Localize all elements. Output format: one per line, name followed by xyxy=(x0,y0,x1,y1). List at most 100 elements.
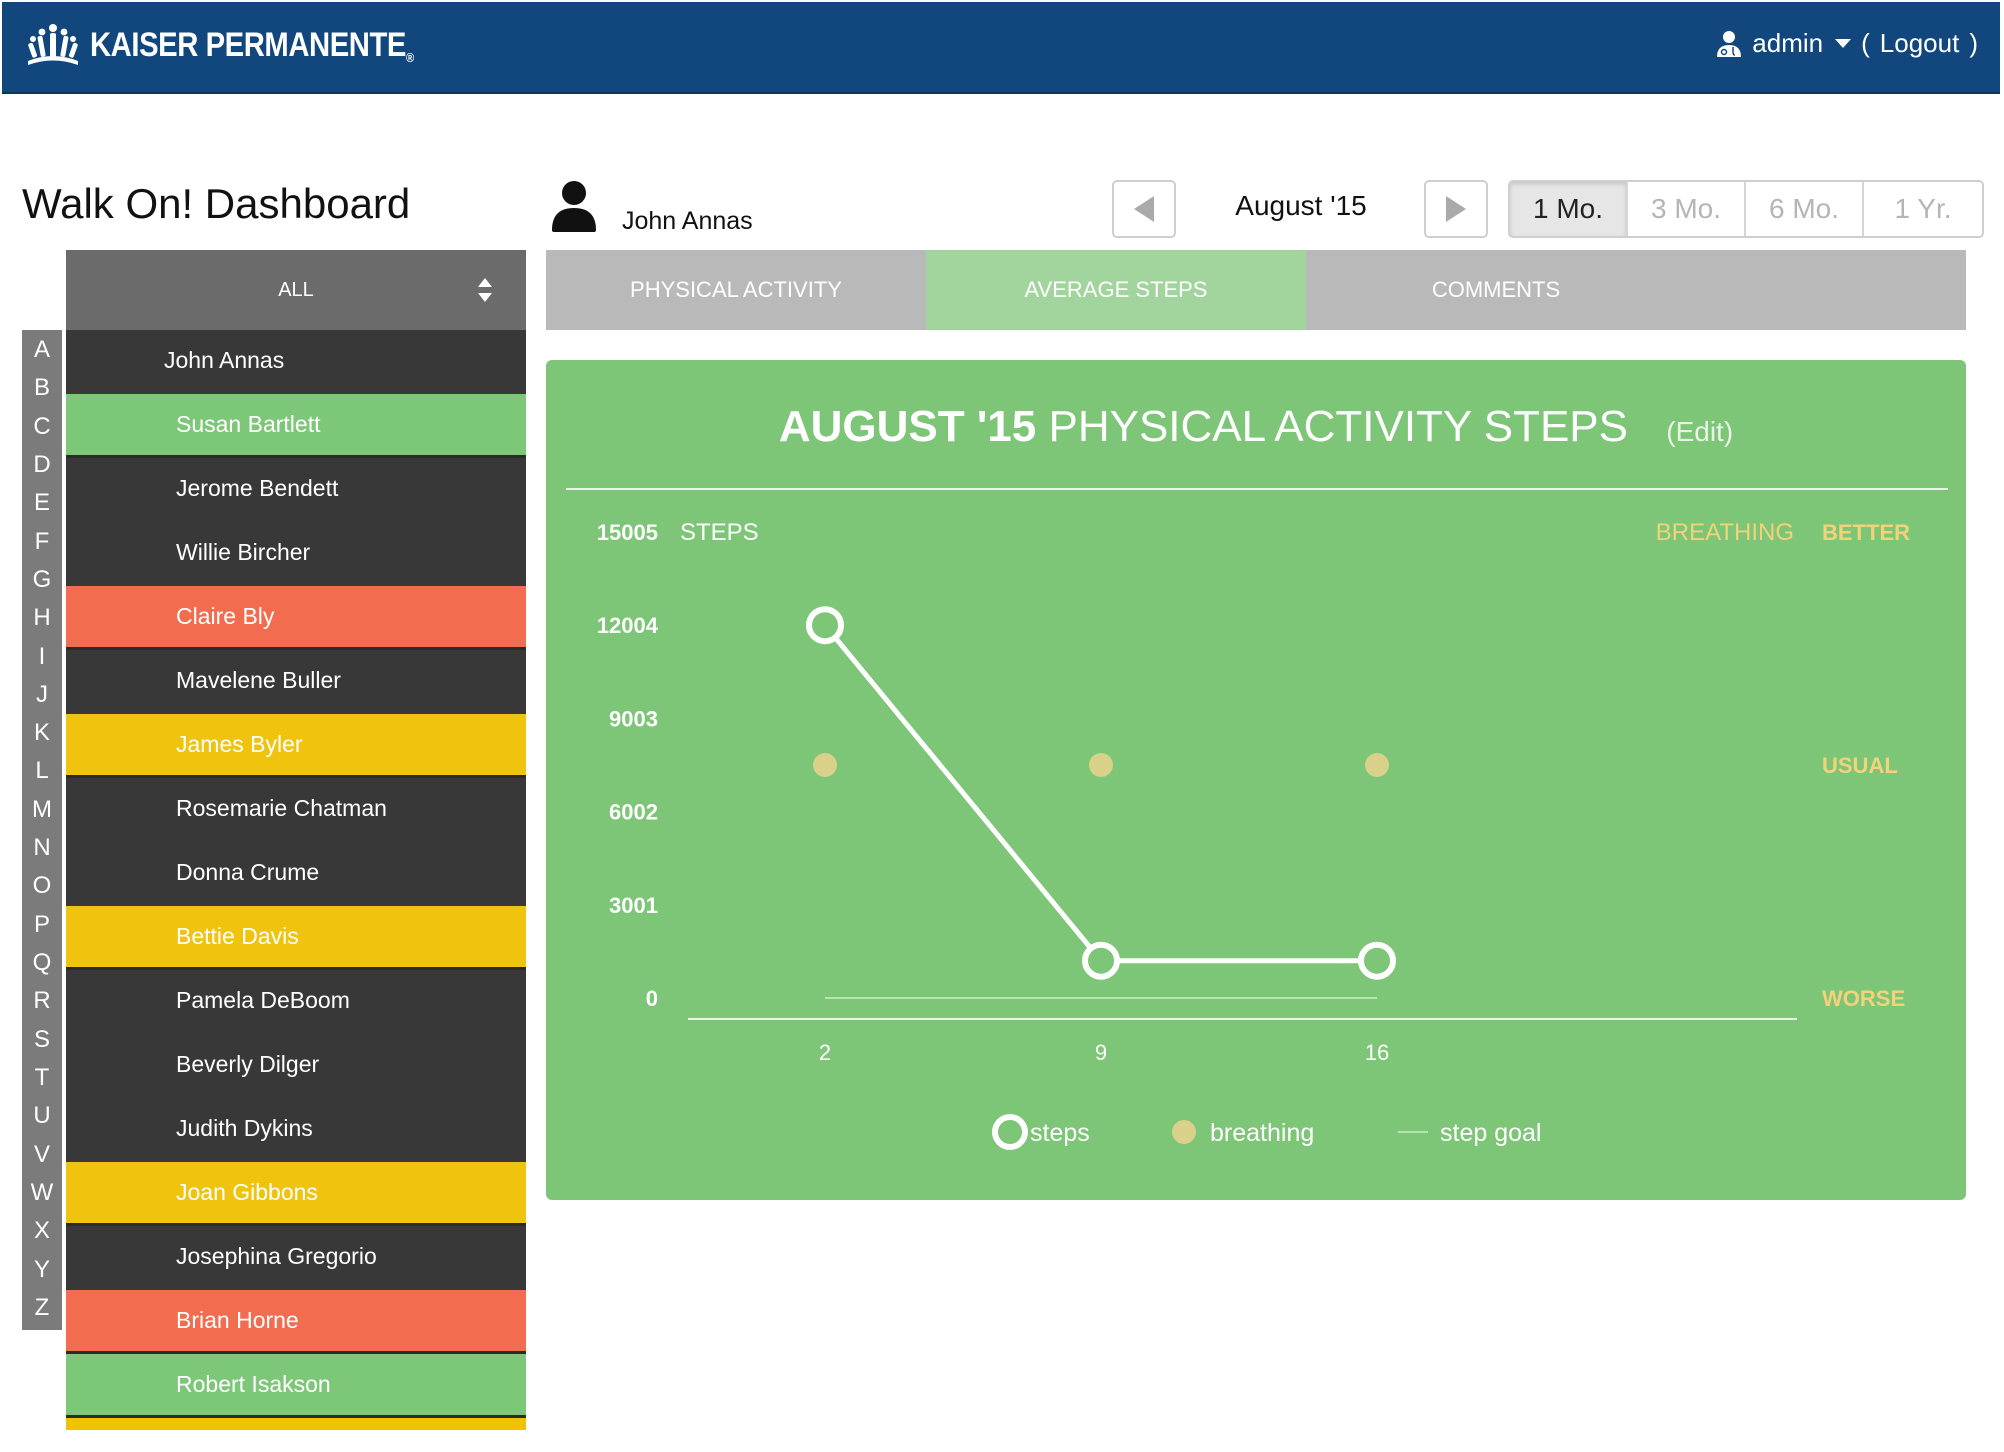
alphabet-letter-i[interactable]: I xyxy=(39,644,46,669)
patient-list-item[interactable]: Joan Gibbons xyxy=(66,1162,526,1226)
alphabet-letter-r[interactable]: R xyxy=(33,989,50,1013)
next-month-button[interactable] xyxy=(1424,180,1488,238)
patient-list-item-name: James Byler xyxy=(176,731,303,757)
breathing-level-label: BETTER xyxy=(1822,520,1910,545)
breathing-point xyxy=(1365,753,1389,777)
alphabet-letter-h[interactable]: H xyxy=(33,606,50,630)
patient-list-item[interactable]: Robert Isakson xyxy=(66,1354,526,1418)
alphabet-letter-p[interactable]: P xyxy=(34,912,50,937)
patient-name: John Annas xyxy=(622,207,753,235)
patient-list-item-name: Susan Bartlett xyxy=(176,411,321,437)
breathing-level-label: USUAL xyxy=(1822,753,1898,778)
alphabet-letter-b[interactable]: B xyxy=(34,376,50,400)
x-tick-label: 2 xyxy=(819,1040,831,1065)
range-6-month-button[interactable]: 6 Mo. xyxy=(1746,182,1864,236)
alphabet-letter-t[interactable]: T xyxy=(35,1065,50,1090)
page-title: Walk On! Dashboard xyxy=(22,180,411,227)
patient-list-item[interactable]: James Byler xyxy=(66,714,526,778)
patient-list-item[interactable]: Rosemarie Chatman xyxy=(66,778,526,842)
tab-physical-activity[interactable]: PHYSICAL ACTIVITY xyxy=(546,250,926,330)
patient-list-item[interactable]: Bettie Davis xyxy=(66,906,526,970)
alphabet-letter-x[interactable]: X xyxy=(34,1219,50,1243)
patient-list-item-name: Pamela DeBoom xyxy=(176,987,350,1013)
patient-list: John Annas Susan Bartlett Jerome Bendett Wi… xyxy=(66,330,526,1430)
alphabet-letter-j[interactable]: J xyxy=(36,682,48,707)
alphabet-letter-v[interactable]: V xyxy=(34,1142,50,1167)
logout-close-paren: ) xyxy=(1969,28,1978,58)
legend-steps-label: steps xyxy=(1030,1119,1090,1147)
breathing-axis-title: BREATHING xyxy=(1656,519,1794,546)
steps-point xyxy=(806,606,844,645)
x-tick-label: 9 xyxy=(1095,1040,1107,1065)
alphabet-letter-d[interactable]: D xyxy=(33,452,50,477)
range-1-month-button[interactable]: 1 Mo. xyxy=(1510,182,1628,236)
tab-comments[interactable]: COMMENTS xyxy=(1306,250,1686,330)
alphabet-letter-c[interactable]: C xyxy=(33,414,50,439)
patient-list-item-name: Claire Bly xyxy=(176,603,275,629)
tab-average-steps[interactable]: AVERAGE STEPS xyxy=(926,250,1306,330)
patient-list-item-name: Donna Crume xyxy=(176,859,320,885)
patient-list-item-name: John Annas xyxy=(164,347,285,373)
alphabet-letter-g[interactable]: G xyxy=(33,567,52,592)
patient-list-item-name: Brian Horne xyxy=(176,1307,299,1333)
patient-list-item-name: Bettie Davis xyxy=(176,923,299,949)
kaiser-logo[interactable]: KAISER PERMANENTE® xyxy=(28,20,467,70)
patient-list-item[interactable]: Brian Horne xyxy=(66,1290,526,1354)
patient-list-item[interactable]: Pamela DeBoom xyxy=(66,970,526,1034)
current-patient: John Annas xyxy=(550,180,753,235)
alphabet-letter-m[interactable]: M xyxy=(32,797,52,822)
brand-name: KAISER PERMANENTE® xyxy=(90,25,414,65)
range-1-year-button[interactable]: 1 Yr. xyxy=(1864,182,1982,236)
breathing-point xyxy=(1089,753,1113,777)
steps-series-line xyxy=(823,623,1377,964)
legend-breathing-marker xyxy=(1172,1120,1196,1144)
patient-list-item-name: Beverly Dilger xyxy=(176,1051,320,1077)
alphabet-letter-a[interactable]: A xyxy=(34,338,50,362)
patient-list-item-name: Josephina Gregorio xyxy=(176,1243,377,1269)
alphabet-letter-z[interactable]: Z xyxy=(35,1295,50,1320)
patient-list-item[interactable]: Beverly Dilger xyxy=(66,1034,526,1098)
y-tick-label: 0 xyxy=(646,986,658,1011)
legend-step-goal-label: step goal xyxy=(1440,1119,1541,1147)
legend-steps-marker xyxy=(992,1114,1028,1150)
previous-month-button[interactable] xyxy=(1112,180,1176,238)
alphabet-letter-n[interactable]: N xyxy=(33,836,50,860)
alphabet-letter-f[interactable]: F xyxy=(35,529,50,554)
patient-list-item[interactable]: Mavelene Buller xyxy=(66,650,526,714)
chart-panel: AUGUST '15 PHYSICAL ACTIVITY STEPS (Edit… xyxy=(546,360,1966,1200)
y-tick-label: 6002 xyxy=(609,800,658,825)
patient-list-item[interactable]: Donna Crume xyxy=(66,842,526,906)
patient-filter-select[interactable]: ALL xyxy=(66,250,526,330)
patient-list-item[interactable]: Josephina Gregorio xyxy=(66,1226,526,1290)
legend-breathing-label: breathing xyxy=(1210,1119,1314,1147)
alphabet-letter-q[interactable]: Q xyxy=(33,951,52,975)
patient-list-item[interactable]: Claire Bly xyxy=(66,586,526,650)
alphabet-letter-w[interactable]: W xyxy=(31,1180,54,1205)
patient-list-item[interactable]: Susan Bartlett xyxy=(66,394,526,458)
filter-value: ALL xyxy=(278,278,314,301)
y-tick-label: 3001 xyxy=(609,893,658,918)
arrow-left-icon xyxy=(1134,196,1154,222)
patient-list-item[interactable]: Jerome Bendett xyxy=(66,458,526,522)
alphabet-index: ABCDEFGHIJKLMNOPQRSTUVWXYZ xyxy=(22,330,62,1330)
alphabet-letter-l[interactable]: L xyxy=(35,759,48,783)
top-header: KAISER PERMANENTE® admin ( Logout ) xyxy=(2,2,2000,94)
alphabet-letter-e[interactable]: E xyxy=(34,491,50,515)
logout-link[interactable]: Logout xyxy=(1880,28,1960,59)
alphabet-letter-y[interactable]: Y xyxy=(34,1257,50,1282)
user-name[interactable]: admin xyxy=(1752,28,1823,59)
patient-list-item-name: Mavelene Buller xyxy=(176,667,341,693)
alphabet-letter-o[interactable]: O xyxy=(33,874,52,898)
patient-list-item[interactable]: Judith Dykins xyxy=(66,1098,526,1162)
y-axis-label: STEPS xyxy=(680,519,759,546)
chevron-down-icon[interactable] xyxy=(1835,39,1852,48)
alphabet-letter-s[interactable]: S xyxy=(34,1027,50,1052)
patient-list-item-name: Jerome Bendett xyxy=(176,475,339,501)
range-selector: 1 Mo. 3 Mo. 6 Mo. 1 Yr. xyxy=(1508,180,1984,238)
alphabet-letter-u[interactable]: U xyxy=(33,1104,50,1128)
patient-list-item[interactable]: John Annas xyxy=(66,330,526,394)
range-3-month-button[interactable]: 3 Mo. xyxy=(1628,182,1746,236)
alphabet-letter-k[interactable]: K xyxy=(34,721,50,745)
patient-list-item[interactable]: Willie Bircher xyxy=(66,522,526,586)
user-doctor-icon xyxy=(1717,30,1742,57)
